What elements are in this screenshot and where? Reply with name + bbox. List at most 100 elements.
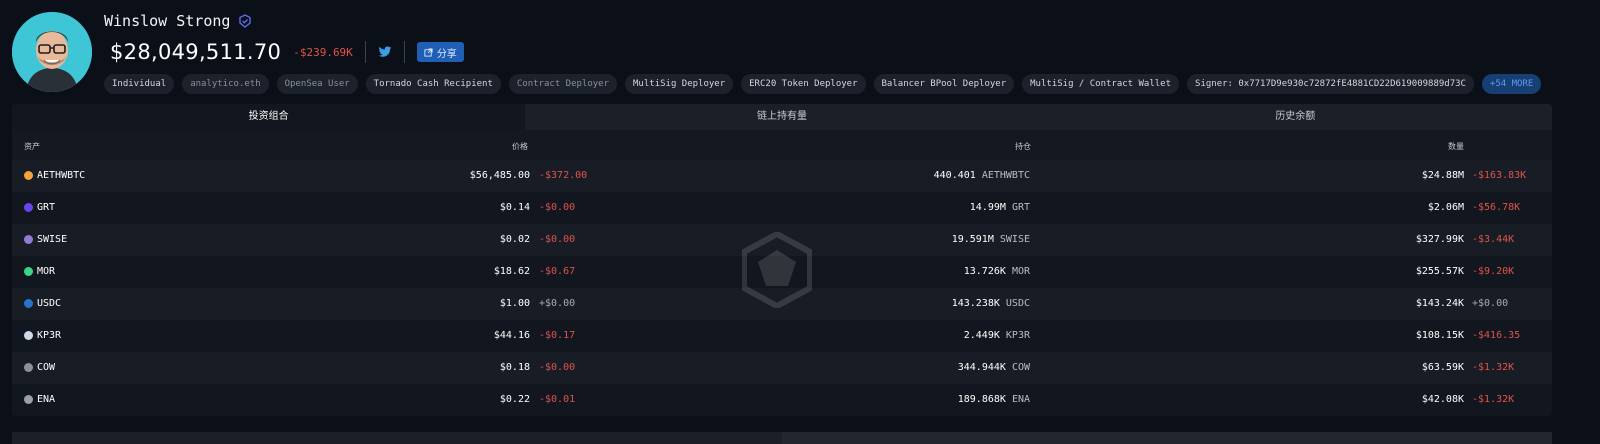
tag[interactable]: OpenSea User bbox=[276, 74, 358, 94]
asset-name: ENA bbox=[37, 394, 56, 405]
price-cell: $56,485.00 bbox=[469, 170, 530, 181]
value-cell: $24.88M bbox=[1421, 170, 1464, 181]
price-cell: $1.00 bbox=[499, 298, 530, 309]
profile-name: Winslow Strong bbox=[104, 12, 231, 30]
scroll-gutter bbox=[1556, 104, 1600, 416]
ena-icon bbox=[24, 395, 33, 404]
header-value[interactable]: 数量 bbox=[1448, 141, 1464, 152]
price-cell: $0.14 bbox=[499, 202, 530, 213]
asset-cell[interactable]: AETHWBTC bbox=[24, 170, 85, 181]
value-cell: $108.15K bbox=[1415, 330, 1464, 341]
secondary-tab-bar bbox=[12, 432, 1552, 444]
asset-name: KP3R bbox=[37, 330, 62, 341]
mor-icon bbox=[24, 267, 33, 276]
tag[interactable]: analytico.eth bbox=[182, 74, 269, 94]
price-change-cell: -$372.00 bbox=[539, 170, 588, 181]
holding-symbol: ENA bbox=[1011, 394, 1030, 405]
kp3r-icon bbox=[24, 331, 33, 340]
asset-name: COW bbox=[37, 362, 56, 373]
price-change-cell: -$0.17 bbox=[539, 330, 576, 341]
avatar bbox=[12, 12, 92, 92]
holding-cell: 344.944K COW bbox=[958, 362, 1030, 373]
asset-cell[interactable]: COW bbox=[24, 362, 55, 373]
tag[interactable]: Tornado Cash Recipient bbox=[365, 74, 501, 94]
profile-header: Winslow Strong $28,049,511.70 -$239.69K … bbox=[0, 0, 1600, 100]
value-cell: $143.24K bbox=[1415, 298, 1464, 309]
wbtc-icon bbox=[24, 171, 33, 180]
twitter-icon[interactable] bbox=[378, 45, 392, 59]
asset-cell[interactable]: GRT bbox=[24, 202, 55, 213]
asset-cell[interactable]: KP3R bbox=[24, 330, 61, 341]
holding-amount: 143.238K bbox=[951, 298, 1000, 309]
value-change-cell: -$9.20K bbox=[1472, 266, 1515, 277]
holding-cell: 14.99M GRT bbox=[970, 202, 1030, 213]
share-button[interactable]: 分享 bbox=[416, 42, 464, 62]
secondary-tab[interactable] bbox=[12, 432, 782, 444]
holding-amount: 344.944K bbox=[957, 362, 1006, 373]
value-cell: $42.08K bbox=[1421, 394, 1464, 405]
table-row[interactable]: ENA $0.22 -$0.01 189.868K ENA $42.08K -$1.32K bbox=[12, 384, 1552, 416]
holding-cell: 440.401 AETHWBTC bbox=[934, 170, 1030, 181]
header-price[interactable]: 价格 bbox=[512, 141, 528, 152]
table-row[interactable]: GRT $0.14 -$0.00 14.99M GRT $2.06M -$56.78K bbox=[12, 192, 1552, 224]
holding-symbol: COW bbox=[1011, 362, 1030, 373]
asset-cell[interactable]: ENA bbox=[24, 394, 55, 405]
header-asset[interactable]: 资产 bbox=[24, 141, 40, 152]
table-row[interactable]: COW $0.18 -$0.00 344.944K COW $63.59K -$1.32K bbox=[12, 352, 1552, 384]
grt-icon bbox=[24, 203, 33, 212]
holding-amount: 13.726K bbox=[963, 266, 1006, 277]
asset-cell[interactable]: MOR bbox=[24, 266, 55, 277]
value-change-cell: -$3.44K bbox=[1472, 234, 1515, 245]
holding-amount: 19.591M bbox=[951, 234, 994, 245]
price-cell: $0.18 bbox=[499, 362, 530, 373]
tag[interactable]: Individual bbox=[104, 74, 175, 94]
portfolio-panel: 投资组合 链上持有量 历史余额 资产 价格 持仓 数量 AETHWBTC $56,… bbox=[12, 104, 1552, 416]
asset-name: GRT bbox=[37, 202, 56, 213]
table-row[interactable]: AETHWBTC $56,485.00 -$372.00 440.401 AETHWB… bbox=[12, 160, 1552, 192]
table-header: 资产 价格 持仓 数量 bbox=[12, 130, 1552, 160]
holding-symbol: AETHWBTC bbox=[981, 170, 1030, 181]
tag[interactable]: Balancer BPool Deployer bbox=[873, 74, 1015, 94]
asset-cell[interactable]: USDC bbox=[24, 298, 61, 309]
holding-cell: 19.591M SWISE bbox=[952, 234, 1030, 245]
secondary-tab[interactable] bbox=[782, 432, 1552, 444]
holding-cell: 189.868K ENA bbox=[958, 394, 1030, 405]
value-cell: $2.06M bbox=[1427, 202, 1464, 213]
asset-name: AETHWBTC bbox=[37, 170, 86, 181]
price-change-cell: -$0.00 bbox=[539, 362, 576, 373]
price-change-cell: -$0.01 bbox=[539, 394, 576, 405]
holding-symbol: GRT bbox=[1011, 202, 1030, 213]
tag[interactable]: Signer: 0x7717D9e930c72872fE4881CD22D619… bbox=[1187, 74, 1474, 94]
tag[interactable]: MultiSig Deployer bbox=[625, 74, 734, 94]
holding-cell: 2.449K KP3R bbox=[964, 330, 1030, 341]
price-cell: $44.16 bbox=[493, 330, 530, 341]
balance-change: -$239.69K bbox=[293, 45, 353, 59]
tab-portfolio[interactable]: 投资组合 bbox=[12, 104, 526, 130]
holding-symbol: SWISE bbox=[999, 234, 1030, 245]
holding-amount: 14.99M bbox=[969, 202, 1006, 213]
tag[interactable]: ERC20 Token Deployer bbox=[741, 74, 866, 94]
tag[interactable]: Contract Deployer bbox=[508, 74, 618, 94]
more-tags-button[interactable]: +54 MORE bbox=[1481, 74, 1542, 94]
tab-balance-history[interactable]: 历史余额 bbox=[1038, 104, 1552, 130]
verified-icon bbox=[238, 14, 252, 28]
value-change-cell: -$1.32K bbox=[1472, 394, 1515, 405]
holding-cell: 13.726K MOR bbox=[964, 266, 1030, 277]
tag[interactable]: MultiSig / Contract Wallet bbox=[1022, 74, 1180, 94]
price-cell: $0.22 bbox=[499, 394, 530, 405]
divider bbox=[364, 41, 366, 63]
asset-cell[interactable]: SWISE bbox=[24, 234, 67, 245]
value-change-cell: -$56.78K bbox=[1472, 202, 1521, 213]
asset-name: MOR bbox=[37, 266, 56, 277]
total-balance: $28,049,511.70 bbox=[110, 40, 282, 64]
header-holding[interactable]: 持仓 bbox=[1015, 141, 1031, 152]
price-change-cell: -$0.00 bbox=[539, 234, 576, 245]
price-change-cell: -$0.67 bbox=[539, 266, 576, 277]
table-row[interactable]: KP3R $44.16 -$0.17 2.449K KP3R $108.15K -$416… bbox=[12, 320, 1552, 352]
holding-cell: 143.238K USDC bbox=[952, 298, 1030, 309]
holding-symbol: USDC bbox=[1005, 298, 1030, 309]
usdc-icon bbox=[24, 299, 33, 308]
tab-onchain-holdings[interactable]: 链上持有量 bbox=[525, 104, 1039, 130]
share-label: 分享 bbox=[436, 48, 457, 60]
value-change-cell: -$1.32K bbox=[1472, 362, 1515, 373]
